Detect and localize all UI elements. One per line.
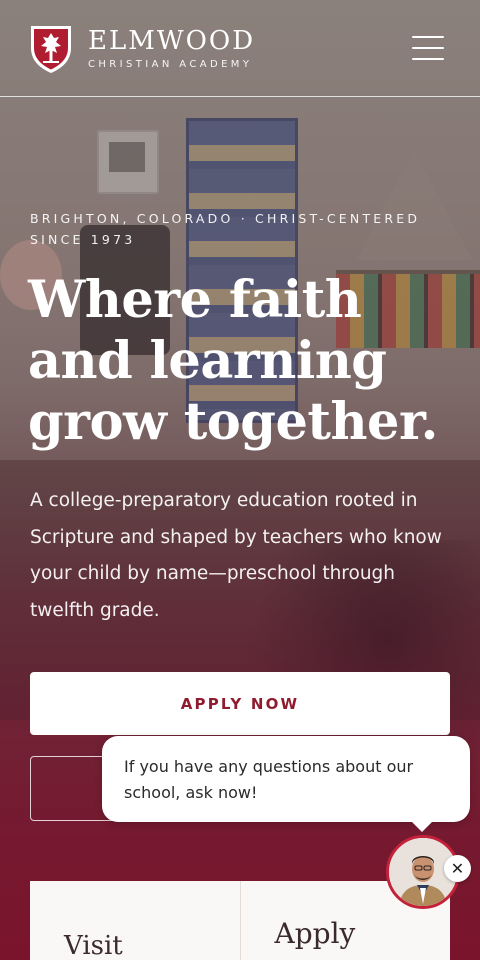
brand-lockup[interactable]: ELMWOOD CHRISTIAN ACADEMY [88, 27, 255, 70]
brand-subtitle: CHRISTIAN ACADEMY [88, 58, 253, 70]
shield-crest-icon[interactable] [28, 22, 74, 74]
hero-lede: A college-preparatory education rooted i… [30, 490, 442, 621]
visit-card-title: Visit [64, 931, 123, 960]
chat-prompt-bubble[interactable]: If you have any questions about our scho… [102, 736, 470, 832]
apply-now-button[interactable]: APPLY NOW [30, 672, 450, 735]
close-icon[interactable]: ✕ [444, 855, 471, 882]
chat-prompt-text: If you have any questions about our scho… [124, 757, 414, 802]
visit-card[interactable]: Visit [30, 881, 240, 960]
hero-eyebrow: BRIGHTON, COLORADO · CHRIST-CENTERED SIN… [30, 211, 421, 247]
hero-headline: Where faith and learning grow together. [28, 270, 438, 452]
site-header: ELMWOOD CHRISTIAN ACADEMY [0, 0, 480, 97]
apply-card-title: Apply [274, 917, 356, 950]
quick-links-cards: Visit Apply [30, 881, 450, 960]
hamburger-menu-icon[interactable] [412, 36, 444, 60]
brand-name: ELMWOOD [88, 25, 256, 56]
